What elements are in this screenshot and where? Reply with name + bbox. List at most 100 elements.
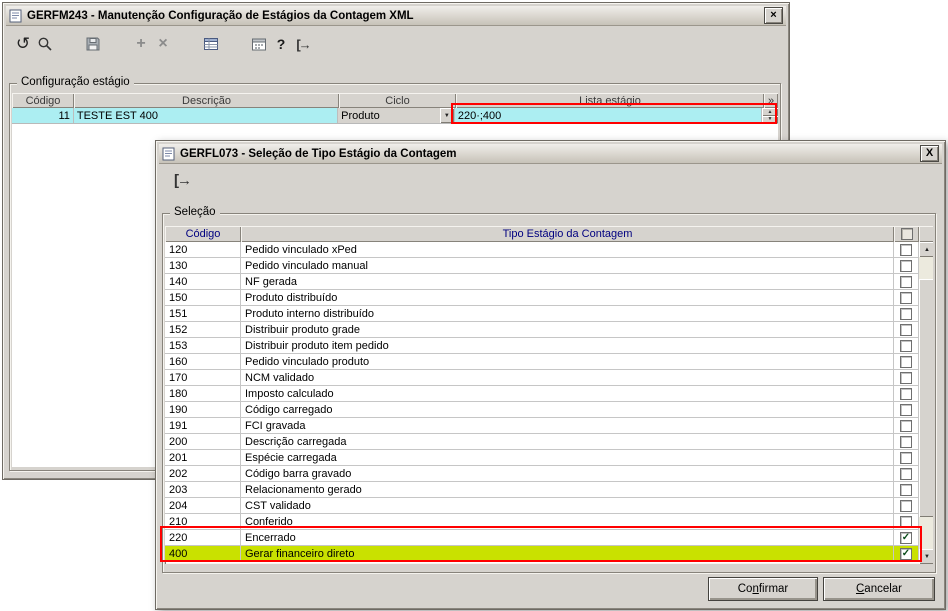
selection-row-400[interactable]: 400 Gerar financeiro direto ✓: [165, 546, 919, 562]
calendar-icon[interactable]: [248, 33, 270, 55]
selection-row-170[interactable]: 170 NCM validado: [165, 370, 919, 386]
row-checkbox[interactable]: ✓: [900, 531, 912, 544]
selection-row-160[interactable]: 160 Pedido vinculado produto: [165, 354, 919, 370]
selection-row-190[interactable]: 190 Código carregado: [165, 402, 919, 418]
mini-scroll-up-icon[interactable]: ▲: [762, 108, 778, 116]
selection-row-130[interactable]: 130 Pedido vinculado manual: [165, 258, 919, 274]
row-checkbox[interactable]: [900, 403, 912, 416]
col-header-tipo-estagio[interactable]: Tipo Estágio da Contagem: [241, 226, 894, 242]
add-icon[interactable]: +: [130, 33, 152, 55]
selection-row-151[interactable]: 151 Produto interno distribuído: [165, 306, 919, 322]
cell-codigo: 151: [165, 306, 241, 321]
cell-tipo-estagio: NF gerada: [241, 274, 894, 289]
cell-tipo-estagio: Encerrado: [241, 530, 894, 545]
window2-titlebar[interactable]: GERFL073 - Seleção de Tipo Estágio da Co…: [159, 144, 942, 164]
row-checkbox[interactable]: [900, 435, 912, 448]
selection-row-210[interactable]: 210 Conferido: [165, 514, 919, 530]
cell-tipo-estagio: Produto interno distribuído: [241, 306, 894, 321]
cell-checkbox: [894, 418, 919, 433]
row-checkbox[interactable]: [900, 371, 912, 384]
lista-estagio-cell[interactable]: 220·;400: [454, 108, 763, 123]
search-icon[interactable]: [34, 33, 56, 55]
scroll-up-icon[interactable]: ▲: [919, 242, 933, 257]
cell-tipo-estagio: Código barra gravado: [241, 466, 894, 481]
scrollbar-header-stub: [919, 226, 933, 242]
refresh-icon[interactable]: ↺: [12, 33, 34, 55]
dropdown-arrow-icon[interactable]: ▼: [439, 108, 454, 123]
row-checkbox[interactable]: [900, 355, 912, 368]
col-header-ciclo[interactable]: Ciclo: [339, 93, 456, 108]
select-all-checkbox-icon[interactable]: [900, 228, 913, 240]
row-checkbox[interactable]: [900, 515, 912, 528]
selection-row-203[interactable]: 203 Relacionamento gerado: [165, 482, 919, 498]
cell-codigo: 153: [165, 338, 241, 353]
config-grid-row[interactable]: 11 TESTE EST 400 Produto ▼ 220·;400 ▲ ▼: [12, 108, 778, 124]
save-icon[interactable]: [82, 33, 104, 55]
window1-titlebar[interactable]: GERFM243 - Manutenção Configuração de Es…: [6, 6, 786, 26]
col-header-descricao[interactable]: Descrição: [74, 93, 339, 108]
selection-row-180[interactable]: 180 Imposto calculado: [165, 386, 919, 402]
row-checkbox[interactable]: [900, 275, 912, 288]
row-mini-scroll[interactable]: ▲ ▼: [762, 108, 778, 123]
cell-codigo: 11: [12, 108, 74, 123]
groupbox-selecao: Seleção Código Tipo Estágio da Contagem …: [162, 206, 936, 573]
selection-row-204[interactable]: 204 CST validado: [165, 498, 919, 514]
config-grid-header: Código Descrição Ciclo Lista estágio »: [12, 93, 778, 108]
cell-tipo-estagio: Espécie carregada: [241, 450, 894, 465]
cell-codigo: 150: [165, 290, 241, 305]
help-icon[interactable]: ?: [270, 33, 292, 55]
vertical-scrollbar[interactable]: ▲ ▼: [919, 226, 933, 564]
row-checkbox[interactable]: [900, 307, 912, 320]
selection-row-153[interactable]: 153 Distribuir produto item pedido: [165, 338, 919, 354]
selection-row-152[interactable]: 152 Distribuir produto grade: [165, 322, 919, 338]
row-checkbox[interactable]: [900, 243, 912, 256]
selection-row-150[interactable]: 150 Produto distribuído: [165, 290, 919, 306]
scrollbar-thumb[interactable]: [919, 279, 933, 517]
window2-close-button[interactable]: X: [920, 145, 939, 162]
col-header-checkbox[interactable]: [894, 226, 919, 242]
selection-row-191[interactable]: 191 FCI gravada: [165, 418, 919, 434]
scroll-down-icon[interactable]: ▼: [919, 549, 933, 564]
cell-tipo-estagio: Relacionamento gerado: [241, 482, 894, 497]
col-header-codigo[interactable]: Código: [12, 93, 74, 108]
row-checkbox[interactable]: [900, 291, 912, 304]
exit-icon[interactable]: [→: [292, 33, 314, 55]
selection-row-220[interactable]: 220 Encerrado ✓: [165, 530, 919, 546]
cell-codigo: 170: [165, 370, 241, 385]
mini-scroll-down-icon[interactable]: ▼: [762, 115, 778, 123]
row-checkbox[interactable]: [900, 259, 912, 272]
row-checkbox[interactable]: [900, 451, 912, 464]
exit-icon[interactable]: [→: [171, 169, 193, 191]
confirmar-button[interactable]: Co n firmar: [708, 577, 818, 601]
browse-grid-icon[interactable]: [200, 33, 222, 55]
col-header-codigo[interactable]: Código: [165, 226, 241, 242]
cell-codigo: 120: [165, 242, 241, 257]
form-icon: [9, 9, 23, 23]
window1-close-button[interactable]: ×: [764, 7, 783, 24]
cell-checkbox: [894, 290, 919, 305]
row-checkbox[interactable]: [900, 499, 912, 512]
row-checkbox[interactable]: [900, 419, 912, 432]
delete-icon[interactable]: ×: [152, 33, 174, 55]
selection-row-201[interactable]: 201 Espécie carregada: [165, 450, 919, 466]
row-checkbox[interactable]: [900, 387, 912, 400]
selection-row-202[interactable]: 202 Código barra gravado: [165, 466, 919, 482]
cell-codigo: 152: [165, 322, 241, 337]
selection-row-200[interactable]: 200 Descrição carregada: [165, 434, 919, 450]
col-header-lista-estagio[interactable]: Lista estágio: [456, 93, 764, 108]
row-checkbox[interactable]: [900, 467, 912, 480]
row-checkbox[interactable]: [900, 323, 912, 336]
cancelar-button[interactable]: Cancelar: [823, 577, 935, 601]
cell-tipo-estagio: CST validado: [241, 498, 894, 513]
selection-row-140[interactable]: 140 NF gerada: [165, 274, 919, 290]
ciclo-combobox[interactable]: Produto ▼: [338, 108, 455, 123]
cell-checkbox: [894, 258, 919, 273]
row-checkbox[interactable]: [900, 339, 912, 352]
selection-row-120[interactable]: 120 Pedido vinculado xPed: [165, 242, 919, 258]
row-checkbox[interactable]: ✓: [900, 547, 912, 560]
groupbox2-label: Seleção: [170, 206, 220, 218]
cell-tipo-estagio: FCI gravada: [241, 418, 894, 433]
col-header-extra: »: [764, 93, 778, 108]
scrollbar-track[interactable]: [919, 257, 933, 549]
row-checkbox[interactable]: [900, 483, 912, 496]
